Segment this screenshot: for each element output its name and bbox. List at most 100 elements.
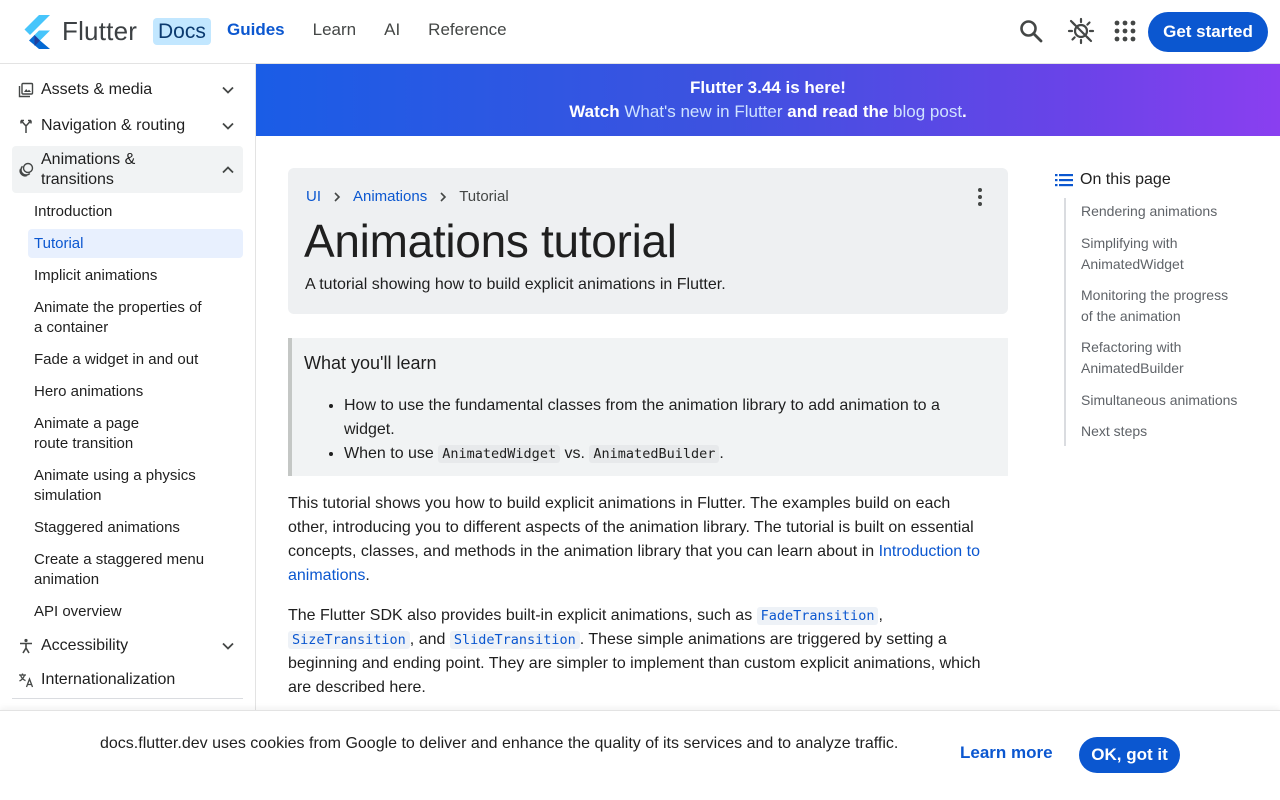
toc-line-text: Monitoring the progress xyxy=(1081,287,1229,303)
toc-item-animatedwidget[interactable]: Simplifying with AnimatedWidget xyxy=(1081,233,1261,275)
more-vert-icon[interactable] xyxy=(972,186,988,208)
banner-headline: Flutter 3.44 is here! xyxy=(690,78,846,97)
breadcrumb: UI Animations Tutorial xyxy=(306,188,509,205)
code-fadetransition[interactable]: FadeTransition xyxy=(756,607,879,625)
breadcrumb-animations[interactable]: Animations xyxy=(353,188,427,205)
toc-line-text: AnimatedWidget xyxy=(1081,256,1184,272)
sidebar-section-assets[interactable]: Assets & media xyxy=(12,78,243,102)
page-title: Animations tutorial xyxy=(304,215,677,267)
para-text: The Flutter SDK also provides built-in e… xyxy=(288,607,757,624)
sidebar-item-implicit-animations[interactable]: Implicit animations xyxy=(28,266,243,286)
sidebar-item-fade-widget[interactable]: Fade a widget in and out xyxy=(28,350,243,370)
sidebar-item-animate-container[interactable]: Animate the properties of a container xyxy=(28,298,243,338)
code-slidetransition[interactable]: SlideTransition xyxy=(449,631,580,649)
chevron-right-icon xyxy=(334,191,341,202)
sidebar-item-page-route-transition[interactable]: Animate a page route transition xyxy=(28,414,243,454)
item-text: . xyxy=(719,445,724,462)
item-line: route transition xyxy=(34,435,134,452)
list-item: When to use AnimatedWidget vs. AnimatedB… xyxy=(344,442,984,466)
page-header-card: UI Animations Tutorial Animations tutori… xyxy=(288,168,1008,314)
sidebar-section-label: Animations & transitions xyxy=(41,150,135,190)
toc-item-rendering[interactable]: Rendering animations xyxy=(1081,201,1261,222)
banner-subline: Watch What's new in Flutter and read the… xyxy=(256,102,1280,122)
nav-ai[interactable]: AI xyxy=(384,20,400,40)
para-text: , xyxy=(878,607,883,624)
sidebar-section-label: Internationalization xyxy=(41,671,176,688)
breadcrumb-ui[interactable]: UI xyxy=(306,188,321,205)
blog-post-link[interactable]: blog post xyxy=(893,102,962,121)
toc-item-animatedbuilder[interactable]: Refactoring with AnimatedBuilder xyxy=(1081,337,1261,379)
sidebar-divider xyxy=(12,698,243,699)
learn-callout: What you'll learn How to use the fundame… xyxy=(288,338,1008,476)
body-paragraph-2: The Flutter SDK also provides built-in e… xyxy=(288,604,988,700)
toc-header: On this page xyxy=(1054,170,1171,190)
page-subtitle: A tutorial showing how to build explicit… xyxy=(305,276,726,293)
sidebar-item-introduction[interactable]: Introduction xyxy=(28,202,243,222)
sidebar-section-label: Assets & media xyxy=(41,81,153,98)
sidebar-item-hero-animations[interactable]: Hero animations xyxy=(28,382,243,402)
toc-title: On this page xyxy=(1080,171,1171,188)
toc-list-icon xyxy=(1055,174,1073,187)
cookie-banner: docs.flutter.dev uses cookies from Googl… xyxy=(0,710,1280,800)
sidebar-section-accessibility[interactable]: Accessibility xyxy=(12,634,243,658)
sidebar-section-animations[interactable]: Animations & transitions xyxy=(12,146,243,193)
sidebar-item-staggered-menu[interactable]: Create a staggered menu animation xyxy=(28,550,243,590)
item-line: Animate a page xyxy=(34,415,140,432)
cookie-text: docs.flutter.dev uses cookies from Googl… xyxy=(100,735,899,752)
toc-item-simultaneous[interactable]: Simultaneous animations xyxy=(1081,390,1261,411)
apps-grid-icon[interactable] xyxy=(1111,17,1139,45)
item-line: simulation xyxy=(34,487,102,504)
item-text: When to use xyxy=(344,445,439,462)
sidebar-item-tutorial[interactable]: Tutorial xyxy=(28,229,243,258)
sidebar-section-label: Accessibility xyxy=(41,637,129,654)
item-line: Animate the properties of xyxy=(34,299,202,316)
chevron-down-icon[interactable] xyxy=(221,639,235,653)
banner-text: Watch xyxy=(569,102,625,121)
sidebar: Assets & media Navigation & routing Anim… xyxy=(0,64,256,710)
nav-reference[interactable]: Reference xyxy=(428,20,506,40)
nav-learn[interactable]: Learn xyxy=(313,20,356,40)
sidebar-section-navigation[interactable]: Navigation & routing xyxy=(12,114,243,138)
photo-library-icon xyxy=(18,82,34,98)
toc-item-monitoring[interactable]: Monitoring the progress of the animation xyxy=(1081,285,1261,327)
learn-title: What you'll learn xyxy=(304,353,437,373)
get-started-button[interactable]: Get started xyxy=(1148,12,1268,52)
sidebar-item-api-overview[interactable]: API overview xyxy=(28,602,243,622)
toc-line-text: of the animation xyxy=(1081,308,1181,324)
chevron-down-icon[interactable] xyxy=(221,83,235,97)
chevron-right-icon xyxy=(440,191,447,202)
brand-name[interactable]: Flutter xyxy=(62,16,137,47)
toc-item-next-steps[interactable]: Next steps xyxy=(1081,421,1261,442)
accessibility-icon xyxy=(20,638,32,654)
nav-guides[interactable]: Guides xyxy=(227,20,285,40)
top-nav: Guides Learn AI Reference xyxy=(227,20,535,40)
toc-line-text: Refactoring with xyxy=(1081,339,1182,355)
theme-toggle-icon[interactable] xyxy=(1067,17,1095,45)
item-line: Create a staggered menu xyxy=(34,551,205,568)
fork-icon xyxy=(20,119,32,133)
breadcrumb-current: Tutorial xyxy=(459,188,509,205)
sidebar-item-physics-simulation[interactable]: Animate using a physics simulation xyxy=(28,466,243,506)
sidebar-section-label: Navigation & routing xyxy=(41,117,186,134)
whats-new-link[interactable]: What's new in Flutter xyxy=(624,102,782,121)
docs-badge[interactable]: Docs xyxy=(153,18,211,45)
learn-more-link[interactable]: Learn more xyxy=(960,743,1053,763)
code-animatedwidget: AnimatedWidget xyxy=(438,445,561,463)
flutter-logo-icon[interactable] xyxy=(22,15,50,49)
chevron-down-icon[interactable] xyxy=(221,119,235,133)
code-sizetransition[interactable]: SizeTransition xyxy=(288,631,410,649)
sidebar-section-internationalization[interactable]: Internationalization xyxy=(12,668,243,692)
release-banner: Flutter 3.44 is here! Watch What's new i… xyxy=(256,64,1280,136)
code-animatedbuilder: AnimatedBuilder xyxy=(589,445,720,463)
banner-text: and read the xyxy=(782,102,894,121)
chevron-up-icon[interactable] xyxy=(221,163,235,177)
banner-text: . xyxy=(962,102,967,121)
ok-got-it-button[interactable]: OK, got it xyxy=(1079,737,1180,773)
item-line: animation xyxy=(34,571,100,588)
sidebar-item-staggered-animations[interactable]: Staggered animations xyxy=(28,518,243,538)
top-header: Flutter Docs Guides Learn AI Reference G… xyxy=(0,0,1280,64)
animation-icon xyxy=(19,162,34,177)
toc-line-text: Simplifying with xyxy=(1081,235,1178,251)
label-line: Animations & xyxy=(41,150,136,168)
search-icon[interactable] xyxy=(1017,17,1045,45)
